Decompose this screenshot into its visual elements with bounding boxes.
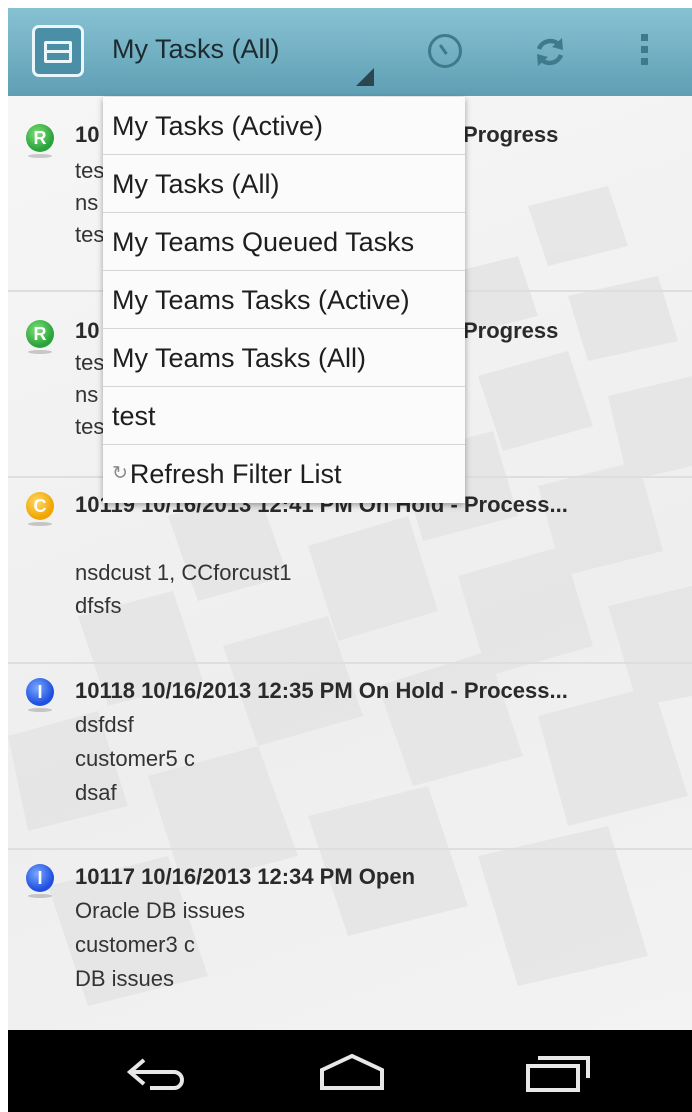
task-line: DB issues <box>75 966 175 991</box>
overflow-menu-icon[interactable] <box>638 34 650 70</box>
dropdown-item-my-tasks-all[interactable]: My Tasks (All) <box>103 155 465 213</box>
action-bar: My Tasks (All) <box>8 8 692 96</box>
task-row[interactable]: I 10117 10/16/2013 12:34 PM Open Oracle … <box>8 850 692 1030</box>
recent-apps-icon[interactable] <box>516 1048 596 1094</box>
task-line: tes <box>75 158 105 183</box>
task-header-id: 10 <box>75 318 100 343</box>
home-icon[interactable] <box>312 1048 392 1094</box>
status-badge: I <box>26 864 54 898</box>
task-line: customer3 c <box>75 932 195 957</box>
task-row[interactable]: I 10118 10/16/2013 12:35 PM On Hold - Pr… <box>8 664 692 850</box>
status-badge: R <box>26 320 54 354</box>
task-line: ns <box>75 382 99 407</box>
task-header: 10118 10/16/2013 12:35 PM On Hold - Proc… <box>75 678 568 703</box>
navigation-bar <box>8 1030 692 1112</box>
task-line: tes <box>75 222 105 247</box>
task-line: customer5 c <box>75 746 195 771</box>
phone-screen: My Tasks (All) R 10 Progress tes ns tes … <box>0 0 692 1112</box>
task-line: ns <box>75 190 99 215</box>
filter-spinner[interactable]: My Tasks (All) <box>112 34 280 65</box>
gauge-icon[interactable] <box>428 34 462 68</box>
dropdown-item-my-tasks-active[interactable]: My Tasks (Active) <box>103 97 465 155</box>
dropdown-item-my-teams-tasks-all[interactable]: My Teams Tasks (All) <box>103 329 465 387</box>
dropdown-item-label: Refresh Filter List <box>129 459 342 489</box>
task-row[interactable]: C 10119 10/16/2013 12:41 PM On Hold - Pr… <box>8 478 692 664</box>
task-line: Oracle DB issues <box>75 898 245 923</box>
app-icon[interactable] <box>32 25 84 77</box>
refresh-small-icon: ↻ <box>112 463 128 484</box>
task-line: dfsfs <box>75 593 122 618</box>
task-header-status: Progress <box>463 318 559 343</box>
task-line: tes <box>75 350 105 375</box>
dropdown-item-refresh-filter-list[interactable]: ↻Refresh Filter List <box>103 445 465 503</box>
status-badge: I <box>26 678 54 712</box>
status-badge: C <box>26 492 54 526</box>
filter-dropdown: My Tasks (Active) My Tasks (All) My Team… <box>103 97 465 503</box>
back-icon[interactable] <box>116 1048 196 1094</box>
task-line: tes <box>75 414 105 439</box>
task-line: dsfdsf <box>75 712 134 737</box>
task-header-id: 10 <box>75 122 100 147</box>
task-header-status: Progress <box>463 122 559 147</box>
task-line: dsaf <box>75 780 117 805</box>
refresh-icon[interactable] <box>530 32 570 72</box>
dropdown-item-my-teams-tasks-active[interactable]: My Teams Tasks (Active) <box>103 271 465 329</box>
spinner-arrow-icon <box>356 68 374 86</box>
status-badge: R <box>26 124 54 158</box>
task-header: 10117 10/16/2013 12:34 PM Open <box>75 864 416 889</box>
dropdown-item-my-teams-queued-tasks[interactable]: My Teams Queued Tasks <box>103 213 465 271</box>
task-line: nsdcust 1, CCforcust1 <box>75 560 292 585</box>
dropdown-item-test[interactable]: test <box>103 387 465 445</box>
